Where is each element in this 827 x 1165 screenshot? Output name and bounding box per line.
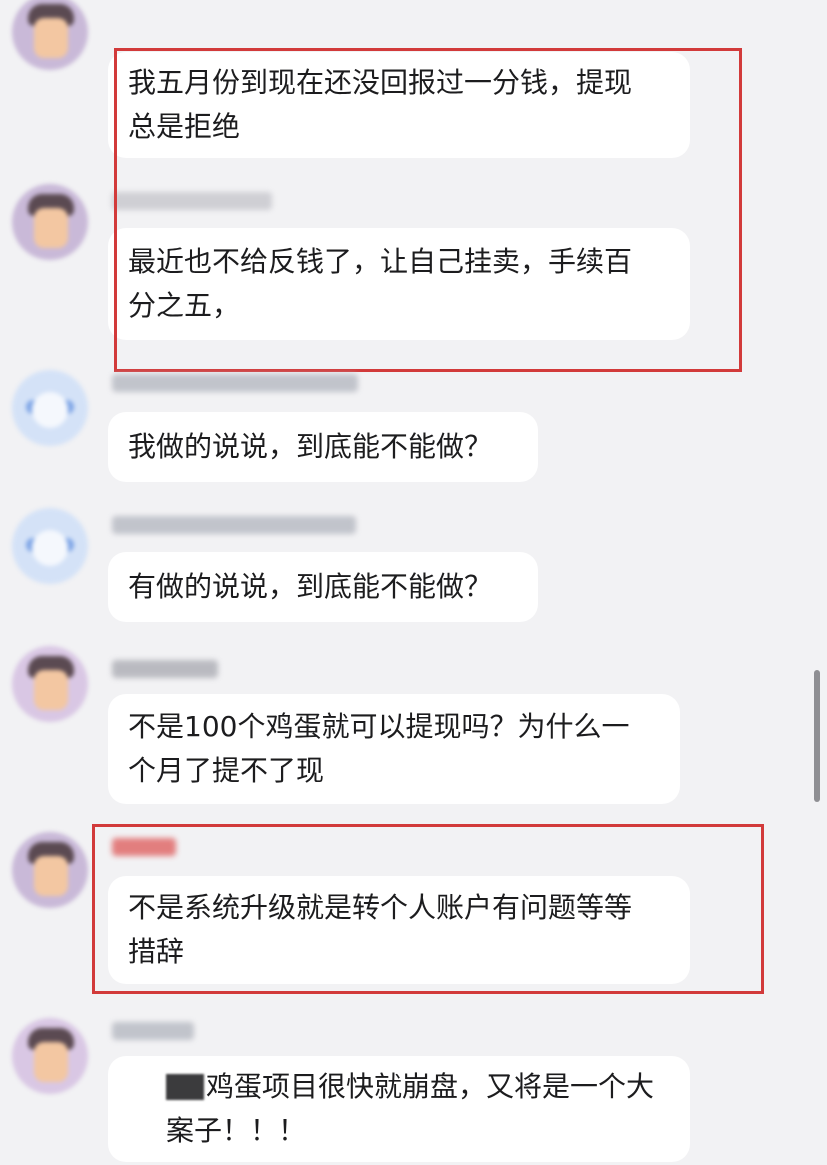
message-text: 我做的说说，到底能不能做？ — [128, 430, 493, 463]
message-bubble[interactable]: 我做的说说，到底能不能做？ — [108, 412, 538, 482]
message-text: 有做的说说，到底能不能做？ — [128, 570, 493, 603]
highlight-box — [114, 48, 742, 372]
redacted-block — [166, 1074, 204, 1100]
chat-conversation: 我五月份到现在还没回报过一分钱，提现 总是拒绝 最近也不给反钱了，让自己挂卖，手… — [0, 0, 827, 1165]
blurred-nickname — [112, 516, 356, 534]
avatar[interactable] — [12, 1018, 88, 1094]
message-text: 鸡蛋项目很快就崩盘，又将是一个大 案子！！！ — [166, 1070, 655, 1147]
avatar[interactable] — [12, 0, 88, 70]
blurred-nickname — [112, 660, 218, 678]
avatar[interactable] — [12, 184, 88, 260]
avatar[interactable] — [12, 832, 88, 908]
message-bubble[interactable]: 有做的说说，到底能不能做？ — [108, 552, 538, 622]
message-text: 不是100个鸡蛋就可以提现吗？为什么一 个月了提不了现 — [128, 710, 630, 787]
highlight-box — [92, 824, 764, 994]
message-bubble[interactable]: 鸡蛋项目很快就崩盘，又将是一个大 案子！！！ — [108, 1056, 690, 1162]
scrollbar[interactable] — [814, 670, 820, 802]
avatar[interactable] — [12, 508, 88, 584]
avatar[interactable] — [12, 646, 88, 722]
blurred-nickname — [112, 1022, 194, 1040]
message-bubble[interactable]: 不是100个鸡蛋就可以提现吗？为什么一 个月了提不了现 — [108, 694, 680, 804]
blurred-nickname — [112, 374, 358, 392]
avatar[interactable] — [12, 370, 88, 446]
